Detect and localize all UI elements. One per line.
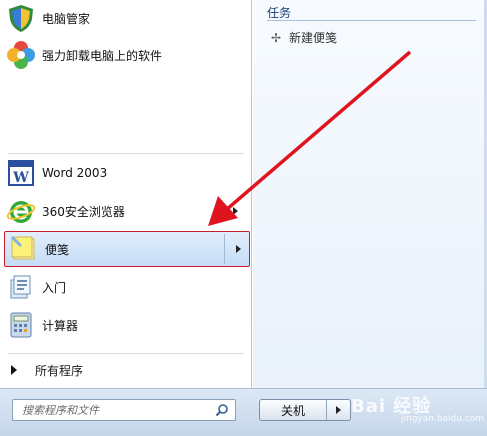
menu-item-label: 计算器	[42, 318, 79, 333]
task-new-note[interactable]: ✢ 新建便笺	[271, 29, 337, 46]
menu-item-label: 入门	[42, 280, 67, 295]
word-icon: W	[6, 158, 36, 188]
calculator-icon	[6, 310, 36, 340]
all-programs-button[interactable]: 所有程序	[0, 357, 246, 383]
jump-list-pane: 任务 ✢ 新建便笺	[252, 0, 484, 388]
section-title: 任务	[267, 6, 292, 20]
programs-pane: 电脑管家 强力卸载电脑上的软件 W Word 2003 360安全浏览器 便笺 …	[0, 0, 252, 388]
all-programs-label: 所有程序	[35, 363, 84, 378]
getting-started-icon	[6, 272, 36, 302]
watermark-url: jingyan.baidu.com	[401, 414, 485, 424]
menu-item-label: 便笺	[45, 242, 70, 257]
separator	[8, 353, 244, 354]
task-label: 新建便笺	[289, 31, 338, 45]
menu-item-sticky-notes[interactable]: 便笺	[4, 231, 250, 267]
shutdown-button[interactable]: 关机	[260, 400, 327, 420]
menu-item-calculator[interactable]: 计算器	[0, 307, 246, 343]
separator	[8, 153, 244, 154]
shutdown-options-button[interactable]	[327, 400, 350, 420]
menu-item-label: 强力卸载电脑上的软件	[42, 48, 163, 63]
watermark-logo: Bai 经验 jingyan.baidu.com	[351, 390, 484, 430]
menu-item-uninstaller[interactable]: 强力卸载电脑上的软件	[0, 37, 246, 73]
search-box[interactable]	[12, 399, 236, 421]
menu-item-label: 电脑管家	[42, 11, 91, 26]
chevron-right-icon[interactable]	[233, 207, 238, 215]
sticky-notes-icon	[9, 234, 39, 264]
menu-item-label: 360安全浏览器	[42, 204, 125, 219]
play-arrow-icon	[11, 365, 17, 375]
shield-icon	[6, 3, 36, 33]
flower-icon	[6, 40, 36, 70]
divider	[224, 234, 225, 264]
search-icon[interactable]	[215, 403, 229, 417]
chevron-right-icon	[336, 406, 341, 414]
menu-item-getting-started[interactable]: 入门	[0, 269, 246, 305]
search-input[interactable]	[20, 402, 214, 418]
menu-item-word-2003[interactable]: W Word 2003	[0, 155, 246, 191]
shutdown-button-group: 关机	[259, 399, 351, 421]
chevron-right-icon[interactable]	[236, 245, 241, 253]
menu-item-computer-manager[interactable]: 电脑管家	[0, 0, 246, 36]
browser-icon	[6, 196, 36, 226]
menu-item-label: Word 2003	[42, 166, 108, 180]
menu-item-360-browser[interactable]: 360安全浏览器	[0, 193, 246, 229]
section-divider	[267, 20, 476, 21]
plus-icon: ✢	[271, 30, 282, 45]
svg-text:W: W	[12, 170, 29, 186]
